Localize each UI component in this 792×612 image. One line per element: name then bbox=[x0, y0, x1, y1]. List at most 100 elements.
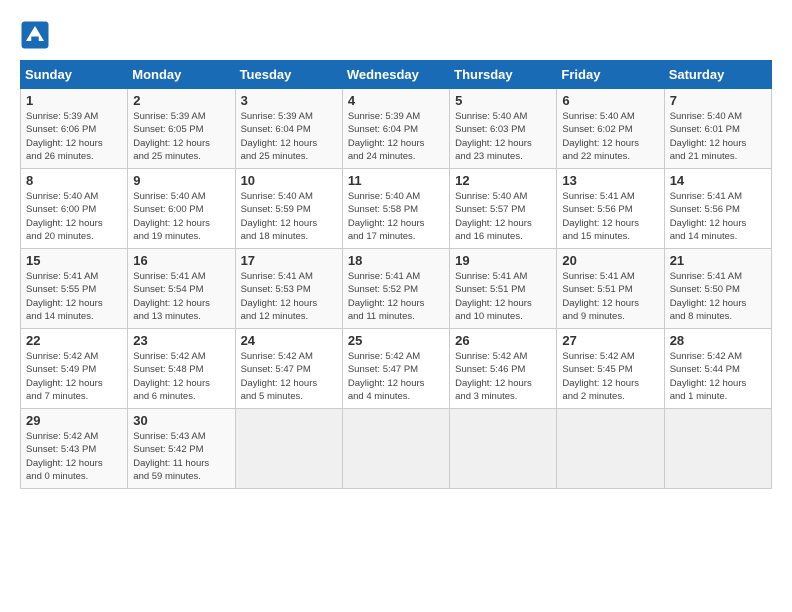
day-number: 16 bbox=[133, 253, 229, 268]
day-header-friday: Friday bbox=[557, 61, 664, 89]
calendar-cell: 4 Sunrise: 5:39 AM Sunset: 6:04 PM Daylig… bbox=[342, 89, 449, 169]
day-header-tuesday: Tuesday bbox=[235, 61, 342, 89]
calendar-cell: 19 Sunrise: 5:41 AM Sunset: 5:51 PM Dayli… bbox=[450, 249, 557, 329]
day-detail: Sunrise: 5:42 AM Sunset: 5:43 PM Dayligh… bbox=[26, 430, 122, 483]
day-header-sunday: Sunday bbox=[21, 61, 128, 89]
calendar-cell: 3 Sunrise: 5:39 AM Sunset: 6:04 PM Daylig… bbox=[235, 89, 342, 169]
day-number: 29 bbox=[26, 413, 122, 428]
calendar-week-5: 29 Sunrise: 5:42 AM Sunset: 5:43 PM Dayli… bbox=[21, 409, 772, 489]
calendar-cell: 7 Sunrise: 5:40 AM Sunset: 6:01 PM Daylig… bbox=[664, 89, 771, 169]
day-header-saturday: Saturday bbox=[664, 61, 771, 89]
day-number: 10 bbox=[241, 173, 337, 188]
calendar-cell: 23 Sunrise: 5:42 AM Sunset: 5:48 PM Dayli… bbox=[128, 329, 235, 409]
calendar-cell: 10 Sunrise: 5:40 AM Sunset: 5:59 PM Dayli… bbox=[235, 169, 342, 249]
day-header-wednesday: Wednesday bbox=[342, 61, 449, 89]
day-detail: Sunrise: 5:41 AM Sunset: 5:55 PM Dayligh… bbox=[26, 270, 122, 323]
day-number: 11 bbox=[348, 173, 444, 188]
calendar-cell: 8 Sunrise: 5:40 AM Sunset: 6:00 PM Daylig… bbox=[21, 169, 128, 249]
calendar-cell: 30 Sunrise: 5:43 AM Sunset: 5:42 PM Dayli… bbox=[128, 409, 235, 489]
day-detail: Sunrise: 5:41 AM Sunset: 5:51 PM Dayligh… bbox=[455, 270, 551, 323]
day-detail: Sunrise: 5:40 AM Sunset: 6:00 PM Dayligh… bbox=[26, 190, 122, 243]
day-detail: Sunrise: 5:42 AM Sunset: 5:47 PM Dayligh… bbox=[348, 350, 444, 403]
day-number: 26 bbox=[455, 333, 551, 348]
day-number: 9 bbox=[133, 173, 229, 188]
header bbox=[20, 20, 772, 50]
day-detail: Sunrise: 5:40 AM Sunset: 6:03 PM Dayligh… bbox=[455, 110, 551, 163]
day-number: 6 bbox=[562, 93, 658, 108]
day-header-monday: Monday bbox=[128, 61, 235, 89]
day-detail: Sunrise: 5:41 AM Sunset: 5:50 PM Dayligh… bbox=[670, 270, 766, 323]
day-number: 17 bbox=[241, 253, 337, 268]
day-number: 13 bbox=[562, 173, 658, 188]
day-detail: Sunrise: 5:40 AM Sunset: 5:58 PM Dayligh… bbox=[348, 190, 444, 243]
calendar-cell bbox=[664, 409, 771, 489]
day-detail: Sunrise: 5:41 AM Sunset: 5:51 PM Dayligh… bbox=[562, 270, 658, 323]
calendar-cell: 24Sunrise: 5:42 AM Sunset: 5:47 PM Dayli… bbox=[235, 329, 342, 409]
day-header-thursday: Thursday bbox=[450, 61, 557, 89]
calendar-cell: 27 Sunrise: 5:42 AM Sunset: 5:45 PM Dayli… bbox=[557, 329, 664, 409]
day-detail: Sunrise: 5:39 AM Sunset: 6:04 PM Dayligh… bbox=[241, 110, 337, 163]
calendar-cell: 18 Sunrise: 5:41 AM Sunset: 5:52 PM Dayli… bbox=[342, 249, 449, 329]
calendar-cell: 5 Sunrise: 5:40 AM Sunset: 6:03 PM Daylig… bbox=[450, 89, 557, 169]
calendar-cell: 11 Sunrise: 5:40 AM Sunset: 5:58 PM Dayli… bbox=[342, 169, 449, 249]
calendar-cell: 9Sunrise: 5:40 AM Sunset: 6:00 PM Daylig… bbox=[128, 169, 235, 249]
calendar-cell: 1Sunrise: 5:39 AM Sunset: 6:06 PM Daylig… bbox=[21, 89, 128, 169]
logo-icon bbox=[20, 20, 50, 50]
calendar-cell: 14 Sunrise: 5:41 AM Sunset: 5:56 PM Dayli… bbox=[664, 169, 771, 249]
day-number: 4 bbox=[348, 93, 444, 108]
day-number: 18 bbox=[348, 253, 444, 268]
calendar-cell: 13 Sunrise: 5:41 AM Sunset: 5:56 PM Dayli… bbox=[557, 169, 664, 249]
day-detail: Sunrise: 5:42 AM Sunset: 5:48 PM Dayligh… bbox=[133, 350, 229, 403]
day-detail: Sunrise: 5:43 AM Sunset: 5:42 PM Dayligh… bbox=[133, 430, 229, 483]
day-detail: Sunrise: 5:39 AM Sunset: 6:04 PM Dayligh… bbox=[348, 110, 444, 163]
day-detail: Sunrise: 5:41 AM Sunset: 5:52 PM Dayligh… bbox=[348, 270, 444, 323]
day-number: 20 bbox=[562, 253, 658, 268]
calendar-cell: 28 Sunrise: 5:42 AM Sunset: 5:44 PM Dayli… bbox=[664, 329, 771, 409]
day-number: 8 bbox=[26, 173, 122, 188]
day-number: 23 bbox=[133, 333, 229, 348]
day-detail: Sunrise: 5:41 AM Sunset: 5:56 PM Dayligh… bbox=[562, 190, 658, 243]
day-number: 14 bbox=[670, 173, 766, 188]
day-detail: Sunrise: 5:41 AM Sunset: 5:54 PM Dayligh… bbox=[133, 270, 229, 323]
day-detail: Sunrise: 5:39 AM Sunset: 6:06 PM Dayligh… bbox=[26, 110, 122, 163]
calendar-cell: 21 Sunrise: 5:41 AM Sunset: 5:50 PM Dayli… bbox=[664, 249, 771, 329]
calendar-cell: 2 Sunrise: 5:39 AM Sunset: 6:05 PM Daylig… bbox=[128, 89, 235, 169]
calendar-table: SundayMondayTuesdayWednesdayThursdayFrid… bbox=[20, 60, 772, 489]
day-detail: Sunrise: 5:39 AM Sunset: 6:05 PM Dayligh… bbox=[133, 110, 229, 163]
day-detail: Sunrise: 5:42 AM Sunset: 5:45 PM Dayligh… bbox=[562, 350, 658, 403]
day-detail: Sunrise: 5:40 AM Sunset: 6:02 PM Dayligh… bbox=[562, 110, 658, 163]
day-number: 27 bbox=[562, 333, 658, 348]
day-number: 25 bbox=[348, 333, 444, 348]
day-detail: Sunrise: 5:42 AM Sunset: 5:44 PM Dayligh… bbox=[670, 350, 766, 403]
day-number: 5 bbox=[455, 93, 551, 108]
day-number: 28 bbox=[670, 333, 766, 348]
day-detail: Sunrise: 5:40 AM Sunset: 6:01 PM Dayligh… bbox=[670, 110, 766, 163]
day-number: 30 bbox=[133, 413, 229, 428]
day-detail: Sunrise: 5:41 AM Sunset: 5:56 PM Dayligh… bbox=[670, 190, 766, 243]
day-number: 7 bbox=[670, 93, 766, 108]
day-detail: Sunrise: 5:42 AM Sunset: 5:46 PM Dayligh… bbox=[455, 350, 551, 403]
day-number: 19 bbox=[455, 253, 551, 268]
calendar-week-2: 8 Sunrise: 5:40 AM Sunset: 6:00 PM Daylig… bbox=[21, 169, 772, 249]
day-detail: Sunrise: 5:41 AM Sunset: 5:53 PM Dayligh… bbox=[241, 270, 337, 323]
day-number: 15 bbox=[26, 253, 122, 268]
day-number: 21 bbox=[670, 253, 766, 268]
day-number: 2 bbox=[133, 93, 229, 108]
calendar-week-4: 22Sunrise: 5:42 AM Sunset: 5:49 PM Dayli… bbox=[21, 329, 772, 409]
day-detail: Sunrise: 5:40 AM Sunset: 5:57 PM Dayligh… bbox=[455, 190, 551, 243]
calendar-cell: 15 Sunrise: 5:41 AM Sunset: 5:55 PM Dayli… bbox=[21, 249, 128, 329]
calendar-cell: 6 Sunrise: 5:40 AM Sunset: 6:02 PM Daylig… bbox=[557, 89, 664, 169]
calendar-week-1: 1Sunrise: 5:39 AM Sunset: 6:06 PM Daylig… bbox=[21, 89, 772, 169]
calendar-cell: 26 Sunrise: 5:42 AM Sunset: 5:46 PM Dayli… bbox=[450, 329, 557, 409]
day-detail: Sunrise: 5:40 AM Sunset: 5:59 PM Dayligh… bbox=[241, 190, 337, 243]
calendar-cell: 29 Sunrise: 5:42 AM Sunset: 5:43 PM Dayli… bbox=[21, 409, 128, 489]
day-number: 12 bbox=[455, 173, 551, 188]
calendar-week-3: 15 Sunrise: 5:41 AM Sunset: 5:55 PM Dayli… bbox=[21, 249, 772, 329]
logo bbox=[20, 20, 54, 50]
calendar-cell: 17 Sunrise: 5:41 AM Sunset: 5:53 PM Dayli… bbox=[235, 249, 342, 329]
calendar-cell: 25 Sunrise: 5:42 AM Sunset: 5:47 PM Dayli… bbox=[342, 329, 449, 409]
day-number: 3 bbox=[241, 93, 337, 108]
day-detail: Sunrise: 5:42 AM Sunset: 5:49 PM Dayligh… bbox=[26, 350, 122, 403]
calendar-cell bbox=[450, 409, 557, 489]
calendar-cell: 12 Sunrise: 5:40 AM Sunset: 5:57 PM Dayli… bbox=[450, 169, 557, 249]
